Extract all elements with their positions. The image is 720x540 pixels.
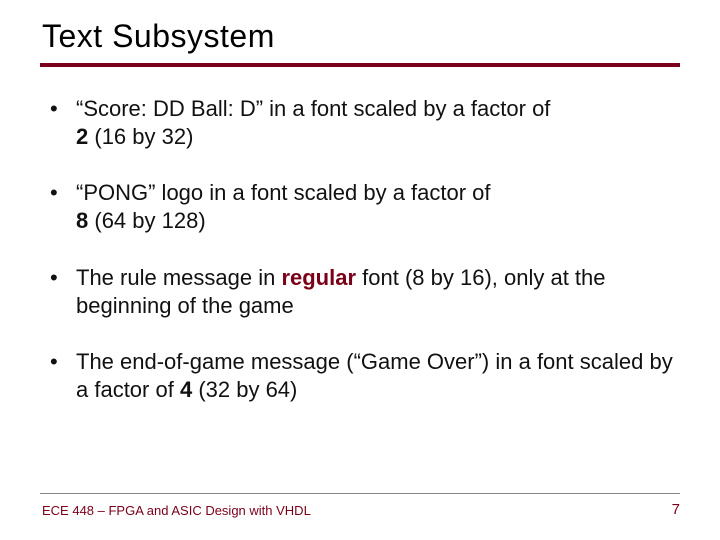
bullet-text-post: (16 by 32) bbox=[88, 124, 193, 149]
bullet-strong: 4 bbox=[180, 377, 192, 402]
bullet-text-post: (32 by 64) bbox=[192, 377, 297, 402]
bullet-text-pre: The end-of-game message (“Game Over”) in… bbox=[76, 349, 673, 402]
title-rule bbox=[40, 63, 680, 67]
bullet-item: The rule message in regular font (8 by 1… bbox=[46, 264, 680, 320]
bullet-text-pre: “PONG” logo in a font scaled by a factor… bbox=[76, 180, 491, 205]
footer-rule bbox=[40, 493, 680, 494]
slide: Text Subsystem “Score: DD Ball: D” in a … bbox=[0, 0, 720, 540]
footer-text: ECE 448 – FPGA and ASIC Design with VHDL bbox=[42, 503, 311, 518]
bullet-text-pre: “Score: DD Ball: D” in a font scaled by … bbox=[76, 96, 550, 121]
slide-title: Text Subsystem bbox=[42, 18, 680, 55]
bullet-list: “Score: DD Ball: D” in a font scaled by … bbox=[46, 95, 680, 404]
page-number: 7 bbox=[672, 501, 680, 518]
bullet-item: “PONG” logo in a font scaled by a factor… bbox=[46, 179, 680, 235]
bullet-item: The end-of-game message (“Game Over”) in… bbox=[46, 348, 680, 404]
bullet-strong: 2 bbox=[76, 124, 88, 149]
bullet-strong: 8 bbox=[76, 208, 88, 233]
bullet-text-pre: The rule message in bbox=[76, 265, 281, 290]
bullet-item: “Score: DD Ball: D” in a font scaled by … bbox=[46, 95, 680, 151]
bullet-strong-maroon: regular bbox=[281, 265, 356, 290]
bullet-text-post: (64 by 128) bbox=[88, 208, 205, 233]
